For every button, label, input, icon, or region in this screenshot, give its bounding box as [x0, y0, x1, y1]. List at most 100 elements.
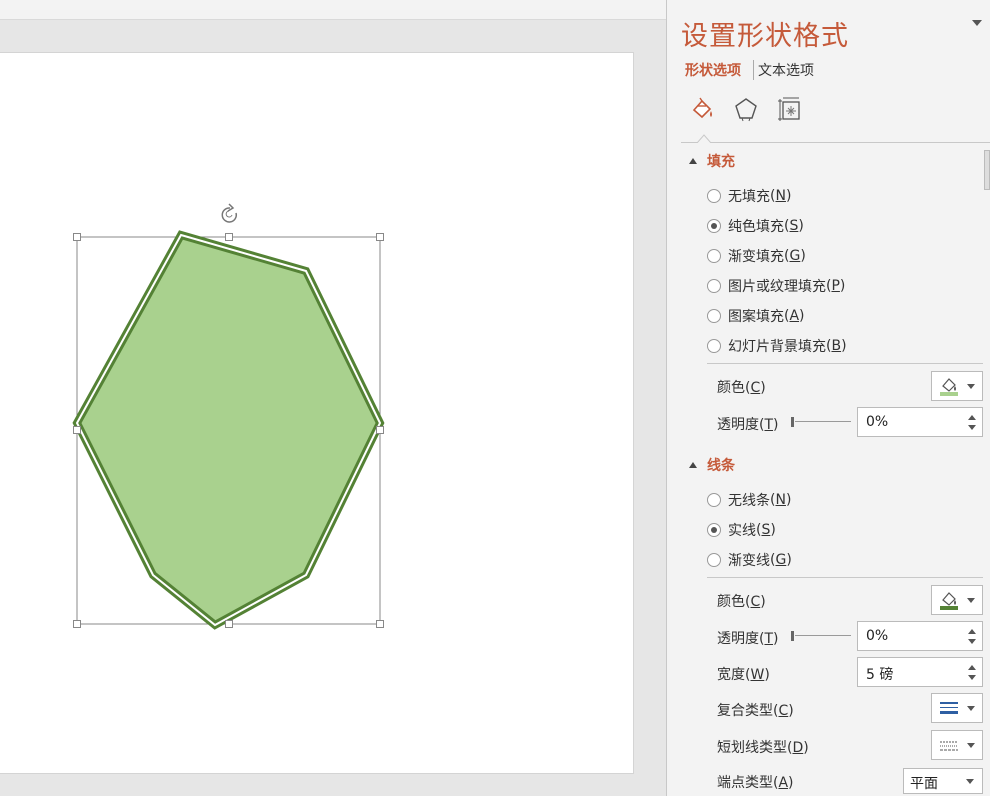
fill-divider [707, 363, 983, 364]
fill-line-icon[interactable] [689, 96, 715, 122]
radio-gradient-fill[interactable]: 渐变填充(G) [707, 246, 806, 266]
option-label: 纯色填充 [728, 219, 784, 235]
fill-transparency-label: 透明度(T) [717, 417, 779, 433]
access-key: G [775, 552, 787, 568]
dash-type-dropdown[interactable] [931, 730, 983, 760]
resize-handle-nw[interactable] [73, 233, 81, 241]
size-properties-icon[interactable] [777, 96, 803, 122]
radio-button[interactable] [707, 339, 721, 353]
radio-button[interactable] [707, 523, 721, 537]
chevron-down-icon [967, 598, 975, 603]
line-color-label: 颜色(C) [717, 594, 766, 610]
radio-pattern-fill[interactable]: 图案填充(A) [707, 306, 805, 326]
access-key: P [831, 278, 840, 294]
heptagon-shape[interactable] [72, 230, 385, 630]
resize-handle-s[interactable] [225, 620, 233, 628]
radio-button[interactable] [707, 249, 721, 263]
spin-value: 5 磅 [866, 667, 894, 683]
radio-button[interactable] [707, 279, 721, 293]
access-key: B [831, 338, 842, 354]
pane-options-chevron-icon[interactable] [972, 20, 982, 26]
slider-thumb[interactable] [791, 631, 794, 641]
option-label: 幻灯片背景填充 [728, 339, 826, 355]
line-transparency-slider[interactable] [791, 631, 851, 641]
radio-solid-line[interactable]: 实线(S) [707, 520, 776, 540]
access-key: G [789, 248, 801, 264]
radio-picture-texture-fill[interactable]: 图片或纹理填充(P) [707, 276, 845, 296]
dash-lines-icon [940, 741, 958, 751]
radio-button[interactable] [707, 219, 721, 233]
pane-title: 设置形状格式 [681, 21, 849, 52]
dash-type-label: 短划线类型(D) [717, 740, 809, 756]
cap-type-label: 端点类型(A) [717, 775, 794, 791]
radio-button[interactable] [707, 553, 721, 567]
icon-row-divider [681, 142, 990, 143]
fill-transparency-input[interactable]: 0% [857, 407, 983, 437]
radio-button[interactable] [707, 309, 721, 323]
radio-solid-fill[interactable]: 纯色填充(S) [707, 216, 804, 236]
collapse-triangle-icon [689, 462, 697, 468]
select-value: 平面 [910, 776, 938, 792]
spin-down-icon[interactable] [968, 675, 976, 680]
spin-up-icon[interactable] [968, 665, 976, 670]
chevron-down-icon [967, 384, 975, 389]
spin-up-icon[interactable] [968, 415, 976, 420]
pane-scrollbar[interactable] [984, 150, 990, 190]
compound-lines-icon [940, 702, 958, 714]
radio-no-line[interactable]: 无线条(N) [707, 490, 791, 510]
spin-down-icon[interactable] [968, 639, 976, 644]
access-key: S [761, 522, 771, 538]
ruler-strip [0, 0, 666, 20]
slider-track [795, 421, 851, 422]
radio-slide-background-fill[interactable]: 幻灯片背景填充(B) [707, 336, 847, 356]
pen-color-icon [940, 592, 958, 610]
option-label: 无线条 [728, 493, 770, 509]
spin-value: 0% [866, 414, 889, 430]
fill-color-label: 颜色(C) [717, 380, 766, 396]
fill-section-header[interactable]: 填充 [689, 151, 735, 171]
line-section-header[interactable]: 线条 [689, 455, 735, 475]
spin-up-icon[interactable] [968, 629, 976, 634]
radio-no-fill[interactable]: 无填充(N) [707, 186, 791, 206]
fill-transparency-slider[interactable] [791, 417, 851, 427]
format-shape-pane: 设置形状格式 形状选项 文本选项 填充 无填充 (N) 纯色填充 (S)… [666, 0, 990, 796]
compound-type-dropdown[interactable] [931, 693, 983, 723]
resize-handle-w[interactable] [73, 426, 81, 434]
slider-thumb[interactable] [791, 417, 794, 427]
radio-button[interactable] [707, 189, 721, 203]
chevron-down-icon [967, 743, 975, 748]
line-transparency-input[interactable]: 0% [857, 621, 983, 651]
access-key: N [775, 492, 786, 508]
option-label: 渐变线 [728, 553, 770, 569]
resize-handle-e[interactable] [376, 426, 384, 434]
fill-color-picker[interactable] [931, 371, 983, 401]
pane-tabs: 形状选项 文本选项 [685, 60, 814, 80]
chevron-down-icon [966, 779, 974, 784]
radio-button[interactable] [707, 493, 721, 507]
effects-pentagon-icon[interactable] [733, 96, 759, 122]
option-label: 图案填充 [728, 309, 784, 325]
resize-handle-sw[interactable] [73, 620, 81, 628]
line-heading: 线条 [707, 458, 735, 474]
slide[interactable] [0, 52, 634, 774]
access-key: S [789, 218, 799, 234]
canvas-area [0, 0, 666, 796]
slider-track [795, 635, 851, 636]
resize-handle-n[interactable] [225, 233, 233, 241]
access-key: N [775, 188, 786, 204]
radio-gradient-line[interactable]: 渐变线(G) [707, 550, 792, 570]
line-width-input[interactable]: 5 磅 [857, 657, 983, 687]
spin-down-icon[interactable] [968, 425, 976, 430]
resize-handle-se[interactable] [376, 620, 384, 628]
line-width-label: 宽度(W) [717, 667, 770, 683]
resize-handle-ne[interactable] [376, 233, 384, 241]
rotate-handle-icon[interactable] [221, 203, 238, 223]
option-label: 无填充 [728, 189, 770, 205]
slide-canvas [72, 203, 385, 630]
tab-text-options[interactable]: 文本选项 [758, 60, 814, 80]
cap-type-select[interactable]: 平面 [903, 768, 983, 794]
line-transparency-label: 透明度(T) [717, 631, 779, 647]
line-color-picker[interactable] [931, 585, 983, 615]
compound-type-label: 复合类型(C) [717, 703, 794, 719]
tab-shape-options[interactable]: 形状选项 [685, 60, 754, 80]
